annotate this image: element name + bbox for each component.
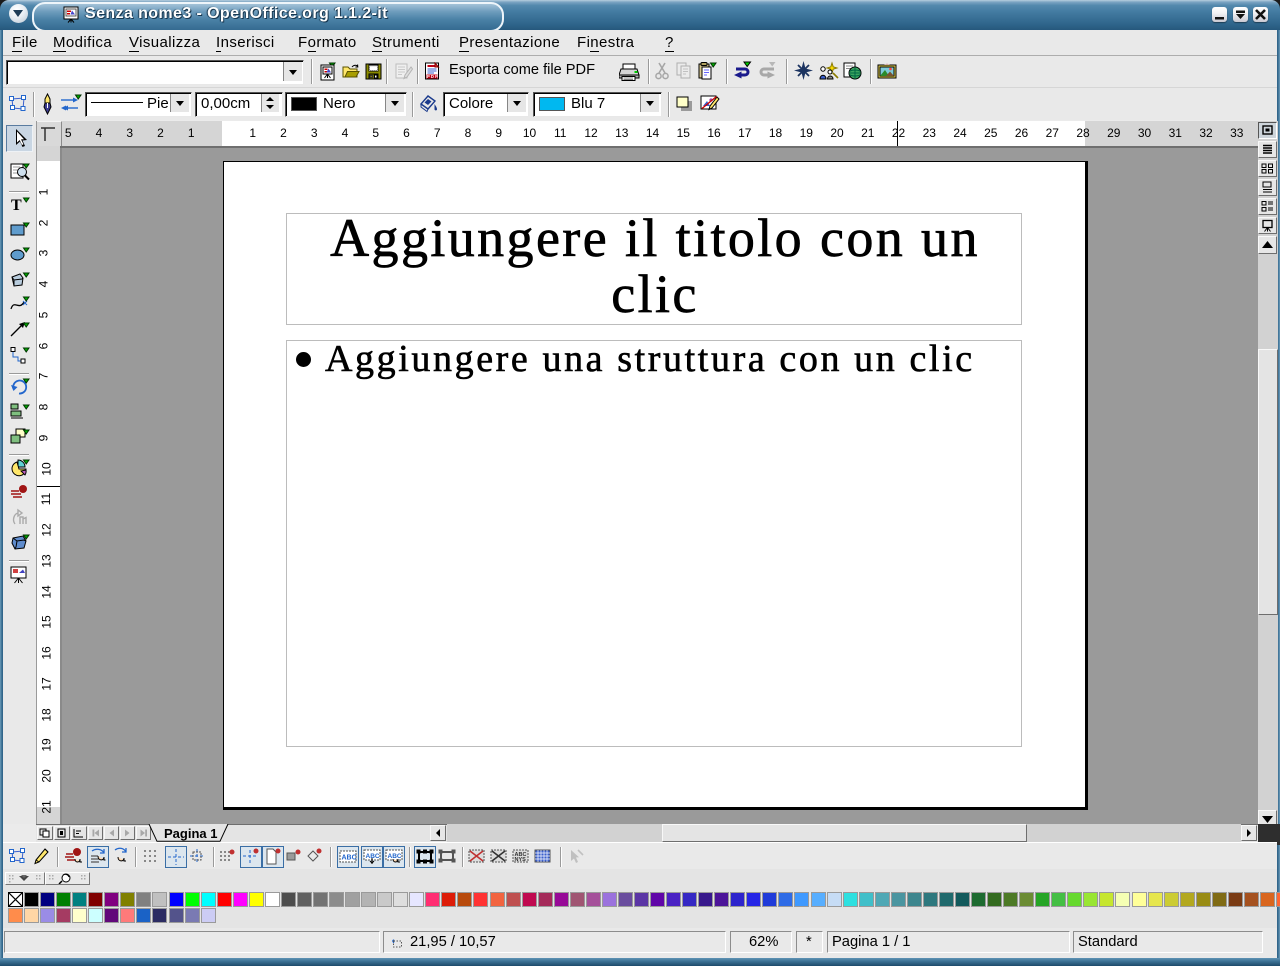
svg-text:T: T bbox=[11, 197, 22, 214]
svg-text:ABC: ABC bbox=[342, 855, 357, 862]
svg-text:ABC: ABC bbox=[366, 853, 380, 860]
svg-text:ABC: ABC bbox=[388, 853, 402, 860]
svg-text:NYS: NYS bbox=[515, 857, 527, 863]
svg-text:P D F: P D F bbox=[427, 74, 438, 79]
